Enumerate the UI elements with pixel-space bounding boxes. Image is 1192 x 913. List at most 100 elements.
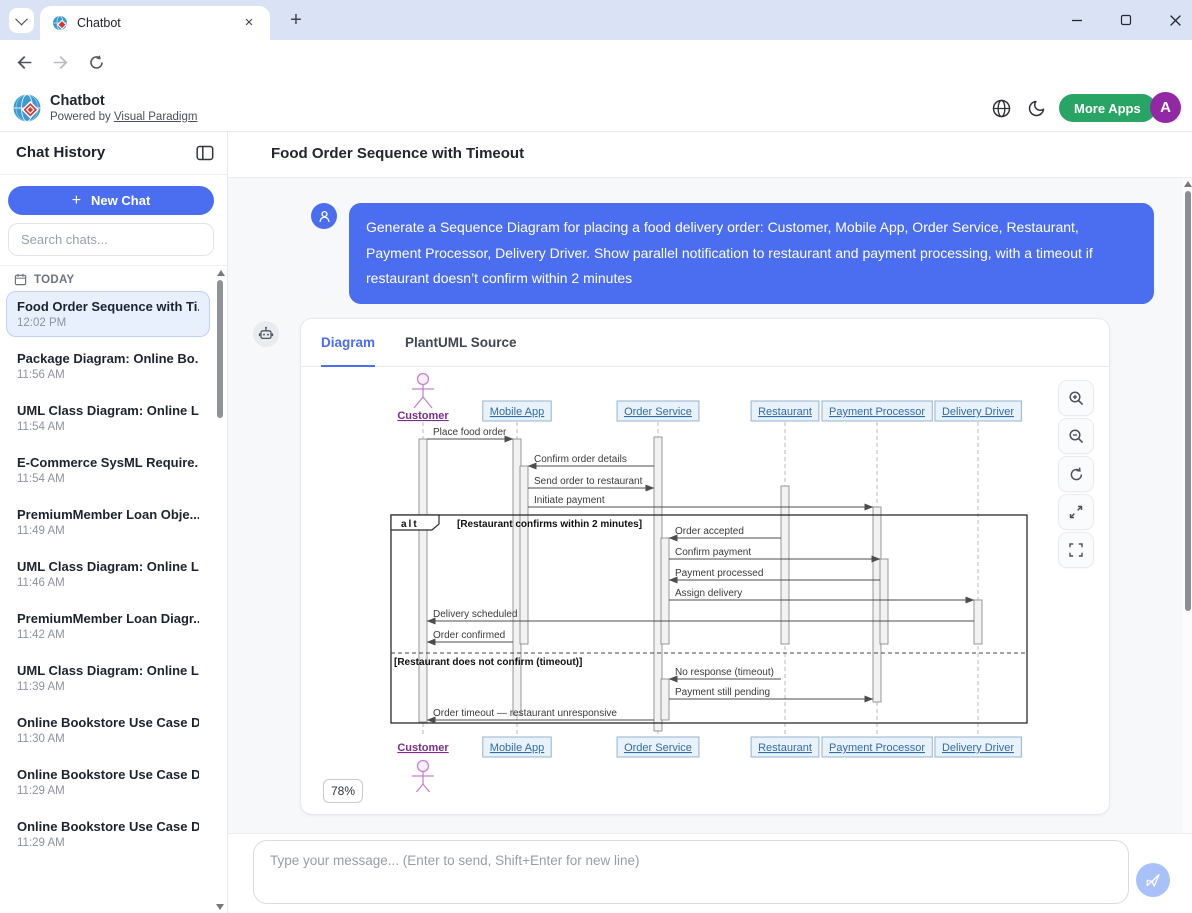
browser-window: Chatbot × + <box>0 0 1192 913</box>
user-avatar[interactable]: A <box>1150 92 1181 123</box>
plus-icon: + <box>72 193 81 209</box>
diagram-canvas[interactable]: alt[Restaurant confirms within 2 minutes… <box>384 370 1032 792</box>
chat-item-time: 11:42 AM <box>17 629 199 641</box>
activation-bar <box>880 559 888 644</box>
collapse-sidebar-icon[interactable] <box>195 143 215 163</box>
powered-by: Powered by Visual Paradigm <box>50 111 197 123</box>
more-apps-button[interactable]: More Apps <box>1059 94 1156 122</box>
chat-scroll-up-icon[interactable] <box>1184 181 1192 187</box>
sidebar-scroll-thumb[interactable] <box>217 280 223 418</box>
app-header: Chatbot Powered by Visual Paradigm More … <box>0 84 1192 132</box>
actor-label: Customer <box>397 742 449 754</box>
chat-item-title: Online Bookstore Use Case D... <box>17 767 199 782</box>
message-label: Send order to restaurant <box>534 476 643 487</box>
search-chats-input[interactable] <box>8 223 214 256</box>
chat-scrollbar[interactable] <box>1183 178 1192 833</box>
reload-icon <box>88 54 105 71</box>
language-globe-icon[interactable] <box>990 97 1012 119</box>
tab-close-icon[interactable]: × <box>240 14 258 32</box>
window-controls <box>1070 0 1182 40</box>
sequence-diagram[interactable]: alt[Restaurant confirms within 2 minutes… <box>384 370 1032 792</box>
calendar-icon <box>14 273 27 286</box>
chat-history-item[interactable]: Online Bookstore Use Case D... 11:30 AM <box>6 707 210 753</box>
scroll-down-icon[interactable] <box>216 904 224 910</box>
conversation-header: Food Order Sequence with Timeout <box>228 132 1192 178</box>
participant-label: Restaurant <box>758 406 812 418</box>
participant-label: Restaurant <box>758 742 812 754</box>
participant-label: Mobile App <box>490 406 544 418</box>
participant-label: Payment Processor <box>829 406 925 418</box>
chat-history-item[interactable]: Online Bookstore Use Case D...11:29 AM <box>6 811 210 857</box>
zoom-out-button[interactable] <box>1058 418 1094 454</box>
chat-item-title: E-Commerce SysML Require... <box>17 455 199 470</box>
chat-history-item[interactable]: Package Diagram: Online Bo...11:56 AM <box>6 343 210 389</box>
chat-item-title: UML Class Diagram: Online L... <box>17 559 199 574</box>
browser-address-bar: ai-toolbox.visual-paradigm.com/app/chatb… <box>0 40 1192 84</box>
robot-icon <box>258 326 274 342</box>
chevron-down-icon <box>15 13 28 26</box>
chat-item-time: 11:30 AM <box>17 733 199 745</box>
chat-item-time: 12:02 PM <box>17 317 199 329</box>
tab-title: Chatbot <box>77 16 121 30</box>
chat-history-item[interactable]: PremiumMember Loan Obje...11:49 AM <box>6 499 210 545</box>
chat-history-item[interactable]: UML Class Diagram: Online L... 11:46 AM <box>6 551 210 597</box>
chat-item-time: 11:49 AM <box>17 525 199 537</box>
tab-plantuml-source[interactable]: PlantUML Source <box>405 319 517 366</box>
visual-paradigm-link[interactable]: Visual Paradigm <box>114 111 198 123</box>
diagram-toolbar <box>1058 380 1094 568</box>
chat-history-item[interactable]: Online Bookstore Use Case D...11:29 AM <box>6 759 210 805</box>
chat-item-title: Online Bookstore Use Case D... <box>17 715 199 730</box>
activation-bar <box>661 679 669 720</box>
scroll-up-icon[interactable] <box>217 270 225 276</box>
message-input[interactable] <box>253 840 1129 904</box>
sidebar-scrollbar[interactable] <box>216 268 225 910</box>
tab-diagram[interactable]: Diagram <box>321 319 375 366</box>
activation-bar <box>781 486 789 644</box>
forward-button[interactable] <box>46 48 74 76</box>
user-message-bubble: Generate a Sequence Diagram for placing … <box>349 203 1154 304</box>
zoom-in-button[interactable] <box>1058 380 1094 416</box>
participant-label: Delivery Driver <box>942 742 1014 754</box>
chat-item-title: Online Bookstore Use Case D... <box>17 819 199 834</box>
fullscreen-button[interactable] <box>1058 532 1094 568</box>
send-button[interactable] <box>1136 863 1170 897</box>
today-section-header: TODAY <box>14 273 75 286</box>
new-chat-button[interactable]: + New Chat <box>8 186 214 215</box>
bot-avatar <box>253 321 279 347</box>
message-label: Delivery scheduled <box>433 609 518 620</box>
message-label: Place food order <box>433 427 507 438</box>
alt-fragment-label: alt <box>401 519 419 530</box>
sidebar-divider <box>0 174 227 175</box>
message-input-bar <box>228 833 1192 913</box>
minimize-button[interactable] <box>1070 13 1084 27</box>
chat-history-item[interactable]: UML Class Diagram: Online L...11:54 AM <box>6 395 210 441</box>
chat-history-item[interactable]: Food Order Sequence with Ti...12:02 PM <box>6 291 210 337</box>
participant-label: Mobile App <box>490 742 544 754</box>
chat-history-list: Food Order Sequence with Ti...12:02 PM Pa… <box>0 291 214 913</box>
dark-mode-moon-icon[interactable] <box>1026 97 1048 119</box>
message-label: Initiate payment <box>534 495 605 506</box>
chat-history-item[interactable]: UML Class Diagram: Online L...11:39 AM <box>6 655 210 701</box>
reset-zoom-button[interactable] <box>1058 456 1094 492</box>
chat-item-time: 11:46 AM <box>17 577 199 589</box>
zoom-level-badge: 78% <box>323 779 363 803</box>
activation-bar <box>419 439 427 722</box>
back-button[interactable] <box>10 48 38 76</box>
browser-tab[interactable]: Chatbot × <box>40 6 270 40</box>
chat-history-sidebar: Chat History + New Chat TODAY Food Order… <box>0 132 228 913</box>
maximize-button[interactable] <box>1119 13 1133 27</box>
chat-item-title: UML Class Diagram: Online L... <box>17 403 199 418</box>
chat-scroll-thumb[interactable] <box>1185 191 1191 611</box>
new-tab-button[interactable]: + <box>283 7 309 33</box>
message-label: Order confirmed <box>433 630 505 641</box>
fit-screen-button[interactable] <box>1058 494 1094 530</box>
chat-history-item[interactable]: PremiumMember Loan Diagr...11:42 AM <box>6 603 210 649</box>
sidebar-divider-2 <box>0 265 227 266</box>
tab-search-button[interactable] <box>9 8 34 33</box>
reload-button[interactable] <box>82 48 110 76</box>
diagram-card: Diagram PlantUML Source alt[Restaurant c… <box>300 318 1110 815</box>
diagram-viewport[interactable]: alt[Restaurant confirms within 2 minutes… <box>301 368 1109 814</box>
actor-figure <box>412 374 434 409</box>
chat-history-item[interactable]: E-Commerce SysML Require...11:54 AM <box>6 447 210 493</box>
close-window-button[interactable] <box>1168 13 1182 27</box>
